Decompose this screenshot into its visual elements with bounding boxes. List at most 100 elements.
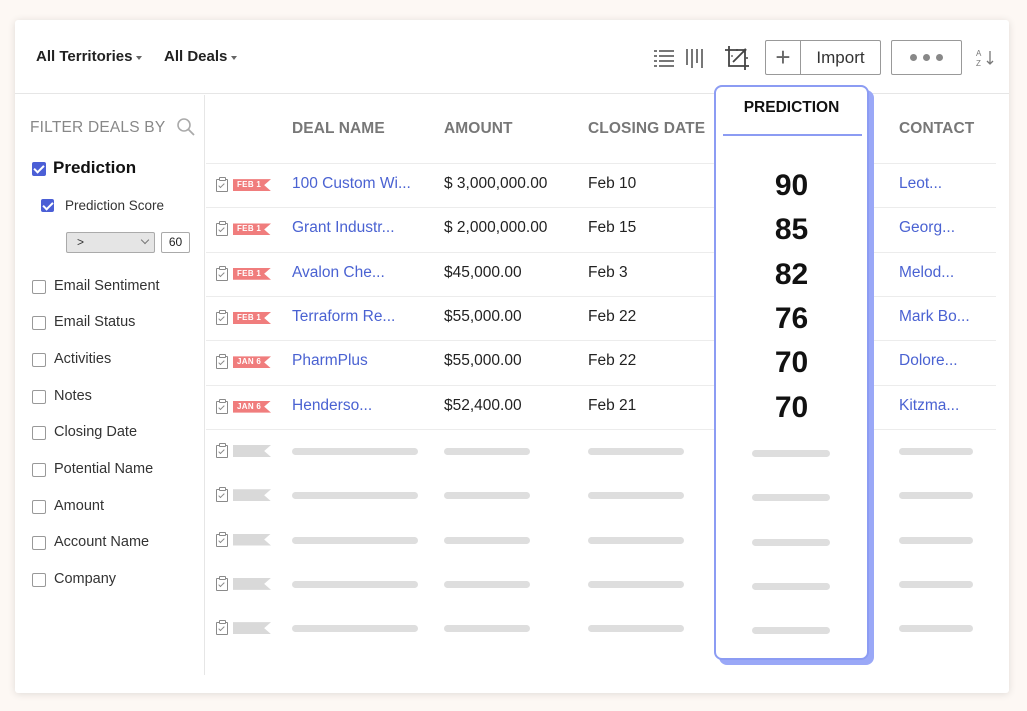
plus-icon: + — [775, 42, 791, 72]
placeholder-tag — [233, 489, 271, 502]
placeholder-bar — [752, 449, 830, 457]
territory-dropdown[interactable]: All Territories — [36, 48, 143, 65]
kanban-view-icon[interactable] — [684, 46, 708, 70]
filter-checkbox[interactable] — [32, 573, 46, 587]
task-icon — [216, 531, 228, 547]
contact-link[interactable]: Mark Bo... — [899, 308, 970, 326]
contact-link[interactable]: Georg... — [899, 219, 955, 237]
task-icon[interactable] — [216, 221, 228, 237]
task-icon — [216, 620, 228, 636]
closing-date-cell: Feb 22 — [588, 308, 637, 326]
column-header-deal-name[interactable]: DEAL NAME — [292, 120, 385, 138]
deal-name-link[interactable]: Terraform Re... — [292, 308, 395, 326]
filter-checkbox[interactable] — [32, 316, 46, 330]
task-icon — [216, 442, 228, 458]
task-icon[interactable] — [216, 265, 228, 281]
deal-name-link[interactable]: Avalon Che... — [292, 264, 385, 282]
placeholder-bar — [292, 625, 418, 633]
add-import-button-group: + Import — [765, 40, 881, 75]
date-tag: FEB 1 — [233, 179, 271, 192]
row-divider — [206, 163, 996, 164]
placeholder-bar — [588, 447, 684, 455]
more-icon — [910, 54, 917, 61]
filter-checkbox[interactable] — [32, 463, 46, 477]
filter-label: Notes — [54, 388, 92, 404]
filter-checkbox[interactable] — [32, 353, 46, 367]
placeholder-bar — [444, 580, 530, 588]
contact-link[interactable]: Leot... — [899, 175, 942, 193]
task-icon[interactable] — [216, 310, 228, 326]
closing-date-cell: Feb 22 — [588, 352, 637, 370]
placeholder-bar — [752, 582, 830, 590]
more-options-button[interactable] — [891, 40, 962, 75]
task-icon[interactable] — [216, 398, 228, 414]
placeholder-tag — [233, 577, 271, 590]
chevron-down-icon — [231, 56, 238, 60]
column-header-contact[interactable]: CONTACT — [899, 120, 974, 138]
svg-text:A: A — [976, 49, 982, 58]
placeholder-bar — [588, 536, 684, 544]
column-header-prediction[interactable]: PREDICTION — [716, 99, 867, 117]
filter-label: Potential Name — [54, 461, 154, 477]
filter-label: Company — [54, 571, 117, 587]
placeholder-bar — [292, 536, 418, 544]
prediction-filter-label: Prediction — [53, 158, 137, 177]
filter-checkbox[interactable] — [32, 426, 46, 440]
placeholder-bar — [292, 447, 418, 455]
placeholder-bar — [752, 538, 830, 546]
date-tag: FEB 1 — [233, 312, 271, 325]
placeholder-bar — [899, 536, 973, 544]
row-divider — [206, 340, 996, 342]
deal-name-link[interactable]: Grant Industr... — [292, 219, 395, 237]
contact-link[interactable]: Kitzma... — [899, 397, 959, 415]
prediction-score: 70 — [774, 346, 809, 380]
deal-name-link[interactable]: Henderso... — [292, 397, 372, 415]
list-view-icon[interactable] — [652, 46, 676, 70]
prediction-checkbox[interactable] — [32, 162, 46, 176]
sort-az-icon[interactable]: A Z — [975, 47, 997, 69]
contact-link[interactable]: Dolore... — [899, 352, 958, 370]
placeholder-bar — [899, 447, 973, 455]
placeholder-bar — [444, 492, 530, 500]
placeholder-bar — [444, 625, 530, 633]
score-value-input[interactable]: 60 — [161, 232, 190, 253]
create-deal-button[interactable]: + — [766, 41, 801, 74]
prediction-score-checkbox[interactable] — [41, 199, 54, 212]
import-button[interactable]: Import — [801, 41, 880, 74]
search-icon[interactable] — [176, 117, 196, 137]
score-operator-select[interactable]: > — [66, 232, 155, 253]
toolbar: All Territories All Deals + Import A Z — [15, 20, 1009, 94]
deal-name-link[interactable]: 100 Custom Wi... — [292, 175, 411, 193]
contact-link[interactable]: Melod... — [899, 264, 954, 282]
filter-sidebar: FILTER DEALS BY Prediction Prediction Sc… — [15, 95, 205, 675]
placeholder-bar — [444, 536, 530, 544]
date-tag: FEB 1 — [233, 223, 271, 236]
prediction-score-label: Prediction Score — [65, 198, 165, 213]
row-divider — [206, 207, 996, 209]
prediction-score: 70 — [774, 390, 809, 424]
amount-cell: $45,000.00 — [444, 263, 522, 281]
ai-prediction-icon[interactable] — [723, 44, 751, 72]
deal-name-link[interactable]: PharmPlus — [292, 352, 368, 370]
amount-cell: $55,000.00 — [444, 352, 522, 370]
placeholder-tag — [233, 444, 271, 457]
deals-view-dropdown-label: All Deals — [164, 48, 228, 65]
column-header-closing-date[interactable]: CLOSING DATE — [588, 120, 705, 138]
filter-label: Account Name — [54, 534, 150, 550]
chevron-down-icon — [140, 235, 150, 245]
prediction-column: PREDICTION 90 85 82 76 70 70 — [714, 85, 869, 660]
task-icon[interactable] — [216, 354, 228, 370]
prediction-score: 90 — [774, 169, 809, 203]
task-icon[interactable] — [216, 177, 228, 193]
filter-title: FILTER DEALS BY — [30, 119, 166, 136]
filter-checkbox[interactable] — [32, 500, 46, 514]
placeholder-bar — [588, 625, 684, 633]
filter-checkbox[interactable] — [32, 390, 46, 404]
prediction-score: 82 — [774, 257, 809, 291]
filter-checkbox[interactable] — [32, 280, 46, 294]
filter-checkbox[interactable] — [32, 536, 46, 550]
deals-view-dropdown[interactable]: All Deals — [164, 48, 238, 65]
amount-cell: $ 2,000,000.00 — [444, 219, 548, 237]
filter-label: Activities — [54, 351, 112, 367]
column-header-amount[interactable]: AMOUNT — [444, 120, 513, 138]
